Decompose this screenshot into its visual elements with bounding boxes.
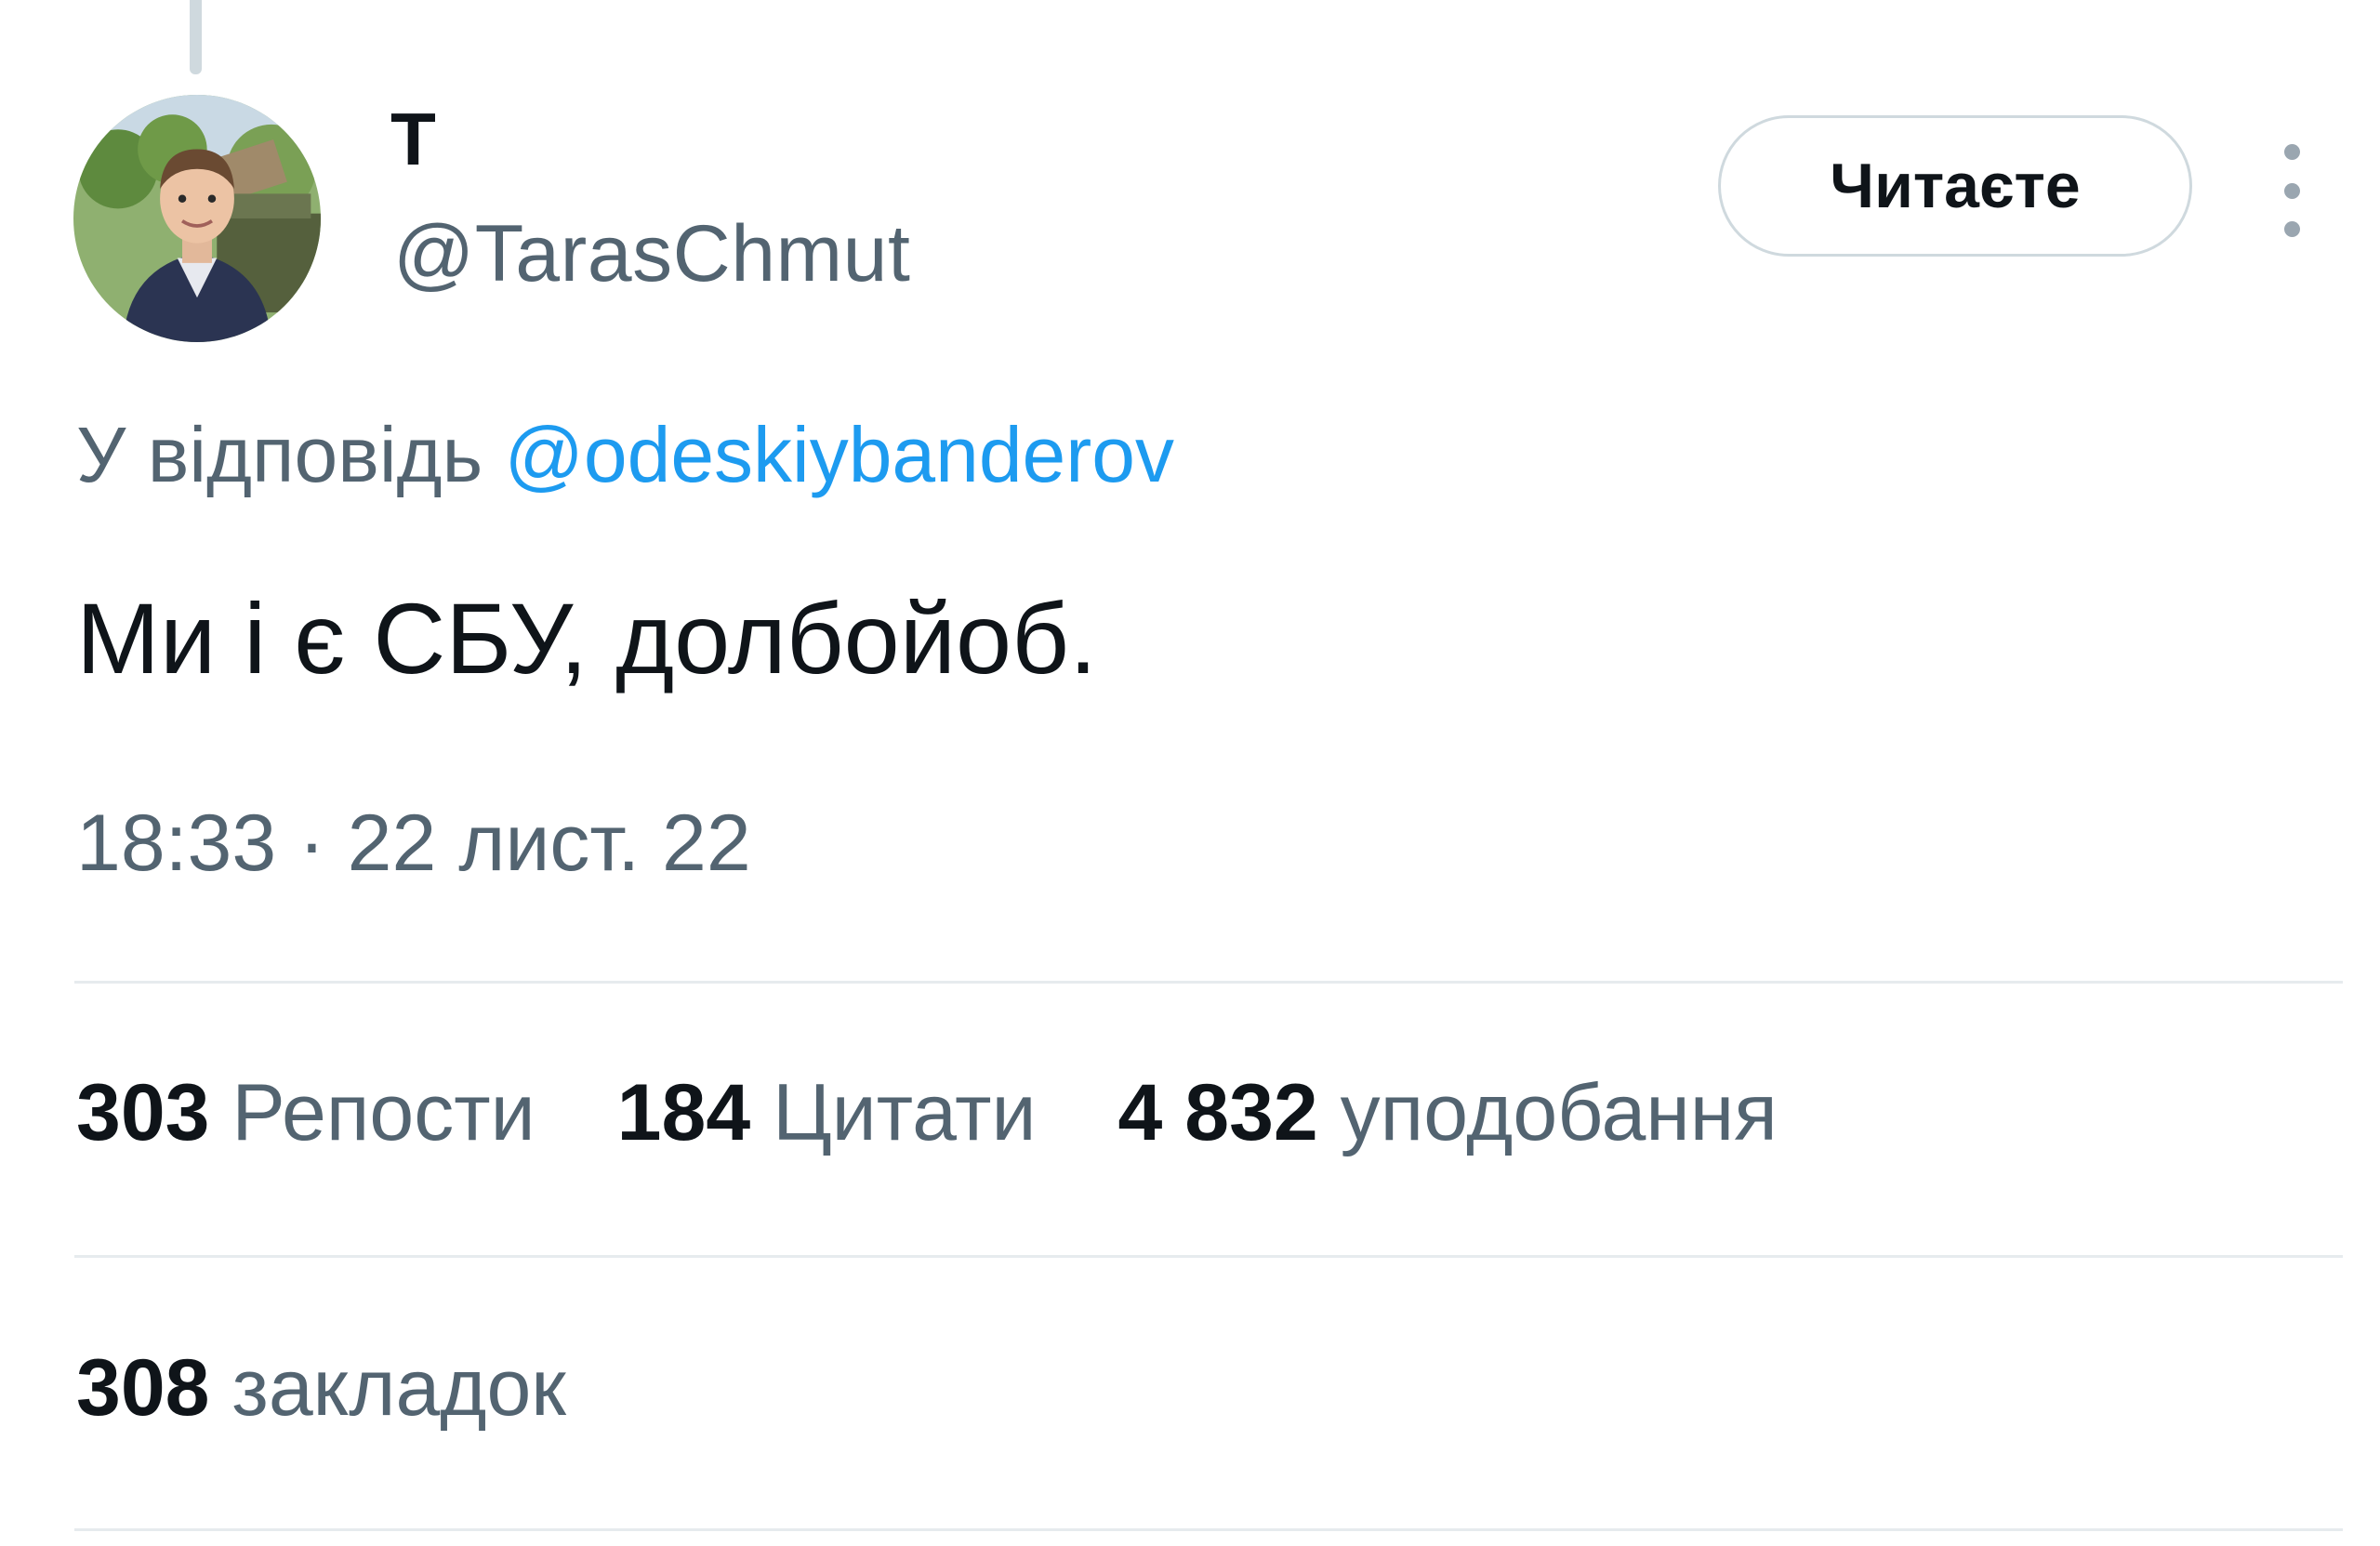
reply-mention-link[interactable]: @odeskiybanderov <box>505 411 1174 498</box>
thread-connector-line <box>190 0 202 74</box>
likes-label: уподобання <box>1340 1068 1778 1157</box>
reposts-stat[interactable]: 303 Репости <box>76 1069 536 1157</box>
bookmarks-label: закладок <box>231 1343 566 1433</box>
likes-stat[interactable]: 4 832 уподобання <box>1118 1069 1778 1157</box>
vertical-ellipsis-icon <box>2283 144 2300 160</box>
reply-context: У відповідь @odeskiybanderov <box>76 412 1174 497</box>
more-options-button[interactable] <box>2268 144 2315 237</box>
bookmarks-count: 308 <box>76 1343 210 1433</box>
divider <box>74 1255 2343 1258</box>
following-button[interactable]: Читаєте <box>1718 115 2192 257</box>
author-display-name[interactable]: Т <box>390 102 436 177</box>
vertical-ellipsis-icon-dot <box>2283 221 2300 237</box>
divider <box>74 1528 2343 1531</box>
quotes-stat[interactable]: 184 Цитати <box>617 1069 1037 1157</box>
quotes-count: 184 <box>616 1068 751 1157</box>
bookmarks-stat[interactable]: 308 закладок <box>76 1344 648 1433</box>
author-handle[interactable]: @TarasChmut <box>393 214 910 294</box>
vertical-ellipsis-icon-dot <box>2283 182 2300 199</box>
engagement-stats: 303 Репости 184 Цитати 4 832 уподобання <box>76 1069 1859 1157</box>
reply-prefix: У відповідь <box>76 411 505 498</box>
avatar[interactable] <box>73 95 321 342</box>
likes-count: 4 832 <box>1117 1068 1318 1157</box>
reposts-label: Репости <box>231 1068 536 1157</box>
tweet-text: Ми і є СБУ, долбойоб. <box>76 582 1097 694</box>
tweet-timestamp[interactable]: 18:33 · 22 лист. 22 <box>76 799 751 888</box>
avatar-photo <box>73 95 321 342</box>
quotes-label: Цитати <box>773 1068 1037 1157</box>
reposts-count: 303 <box>76 1068 210 1157</box>
divider <box>74 981 2343 984</box>
